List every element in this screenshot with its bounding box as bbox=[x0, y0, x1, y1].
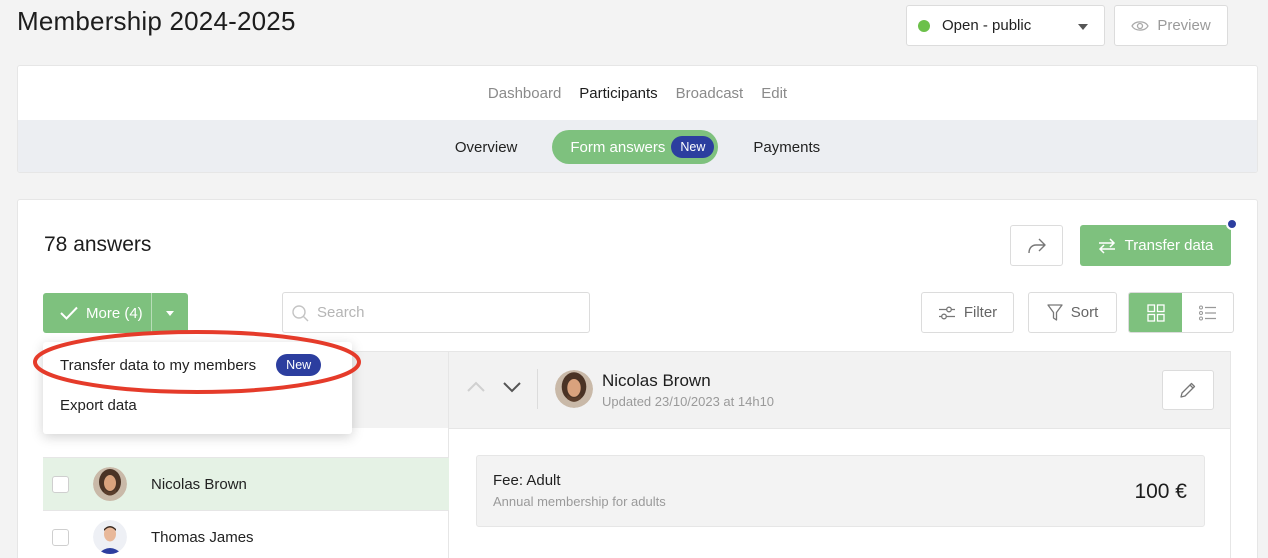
chevron-down-icon bbox=[166, 310, 174, 316]
chevron-up-icon[interactable] bbox=[466, 381, 486, 393]
row-checkbox[interactable] bbox=[52, 528, 69, 546]
transfer-data-label: Transfer data bbox=[1124, 237, 1214, 254]
participant-name: Thomas James bbox=[151, 528, 254, 546]
tab-broadcast[interactable]: Broadcast bbox=[676, 85, 744, 102]
sub-tabs: Overview Form answers New Payments bbox=[18, 120, 1257, 172]
avatar bbox=[93, 467, 127, 501]
record-navigation bbox=[466, 381, 522, 393]
more-actions-button[interactable]: More (4) bbox=[43, 293, 188, 333]
status-select[interactable]: Open - public bbox=[906, 5, 1105, 46]
fee-description: Annual membership for adults bbox=[493, 494, 666, 509]
sort-label: Sort bbox=[1070, 304, 1099, 321]
detail-updated-timestamp: Updated 23/10/2023 at 14h10 bbox=[602, 394, 775, 409]
search-input[interactable] bbox=[317, 304, 577, 321]
view-toggle bbox=[1128, 292, 1234, 333]
more-dropdown-toggle[interactable] bbox=[152, 310, 188, 316]
divider bbox=[537, 369, 538, 409]
chevron-down-icon[interactable] bbox=[502, 381, 522, 393]
notification-dot bbox=[1226, 218, 1238, 230]
share-button[interactable] bbox=[1010, 225, 1063, 266]
main-tabs: Dashboard Participants Broadcast Edit bbox=[18, 66, 1257, 120]
filter-button[interactable]: Filter bbox=[921, 292, 1014, 333]
list-item[interactable]: Thomas James bbox=[43, 510, 449, 558]
grid-view-icon bbox=[1146, 303, 1165, 322]
page-title: Membership 2024-2025 bbox=[17, 6, 296, 36]
menu-item-label: Export data bbox=[60, 397, 137, 414]
list-view-button[interactable] bbox=[1182, 293, 1233, 332]
answers-count: 78 answers bbox=[44, 233, 152, 256]
status-label: Open - public bbox=[942, 17, 1032, 34]
avatar bbox=[555, 370, 593, 408]
fee-amount: 100 € bbox=[1134, 480, 1187, 503]
tab-participants[interactable]: Participants bbox=[579, 85, 657, 102]
fee-card bbox=[476, 455, 1205, 527]
edit-button[interactable] bbox=[1162, 370, 1214, 410]
subtab-form-answers-label: Form answers bbox=[570, 138, 666, 156]
participant-name: Nicolas Brown bbox=[151, 475, 247, 493]
more-actions-menu: Transfer data to my members New Export d… bbox=[43, 342, 352, 434]
funnel-icon bbox=[1047, 303, 1063, 321]
preview-button[interactable]: Preview bbox=[1114, 5, 1228, 46]
checkmark-icon bbox=[60, 306, 78, 320]
chevron-down-icon bbox=[1078, 24, 1088, 30]
eye-icon bbox=[1131, 20, 1150, 31]
fee-title: Fee: Adult bbox=[493, 472, 561, 489]
avatar bbox=[93, 520, 127, 554]
transfer-arrows-icon bbox=[1098, 237, 1115, 254]
row-checkbox[interactable] bbox=[52, 475, 69, 493]
subtab-form-answers[interactable]: Form answers New bbox=[552, 130, 719, 164]
sort-button[interactable]: Sort bbox=[1028, 292, 1117, 333]
tab-edit[interactable]: Edit bbox=[761, 85, 787, 102]
list-view-icon bbox=[1198, 305, 1216, 320]
more-label: More (4) bbox=[86, 304, 143, 322]
transfer-data-button[interactable]: Transfer data bbox=[1080, 225, 1231, 266]
new-badge: New bbox=[276, 354, 322, 376]
share-icon bbox=[1027, 238, 1046, 253]
status-dot bbox=[918, 19, 930, 32]
filter-label: Filter bbox=[963, 304, 998, 321]
tab-dashboard[interactable]: Dashboard bbox=[488, 85, 561, 102]
subtab-payments[interactable]: Payments bbox=[735, 139, 838, 156]
list-item[interactable]: Nicolas Brown bbox=[43, 457, 449, 510]
menu-item-label: Transfer data to my members bbox=[60, 356, 257, 374]
menu-item-export-data[interactable]: Export data bbox=[60, 397, 137, 414]
search-box[interactable] bbox=[282, 292, 590, 333]
detail-participant-name: Nicolas Brown bbox=[602, 371, 711, 390]
more-main[interactable]: More (4) bbox=[43, 293, 152, 333]
filter-sliders-icon bbox=[938, 306, 955, 319]
navigation-card: Dashboard Participants Broadcast Edit Ov… bbox=[17, 65, 1258, 173]
grid-view-button[interactable] bbox=[1129, 293, 1182, 332]
search-icon bbox=[292, 304, 309, 321]
pencil-icon bbox=[1180, 382, 1196, 398]
menu-item-transfer-to-members[interactable]: Transfer data to my members New bbox=[60, 354, 322, 376]
subtab-overview[interactable]: Overview bbox=[437, 139, 536, 156]
preview-label: Preview bbox=[1157, 17, 1211, 34]
new-badge: New bbox=[671, 136, 715, 158]
